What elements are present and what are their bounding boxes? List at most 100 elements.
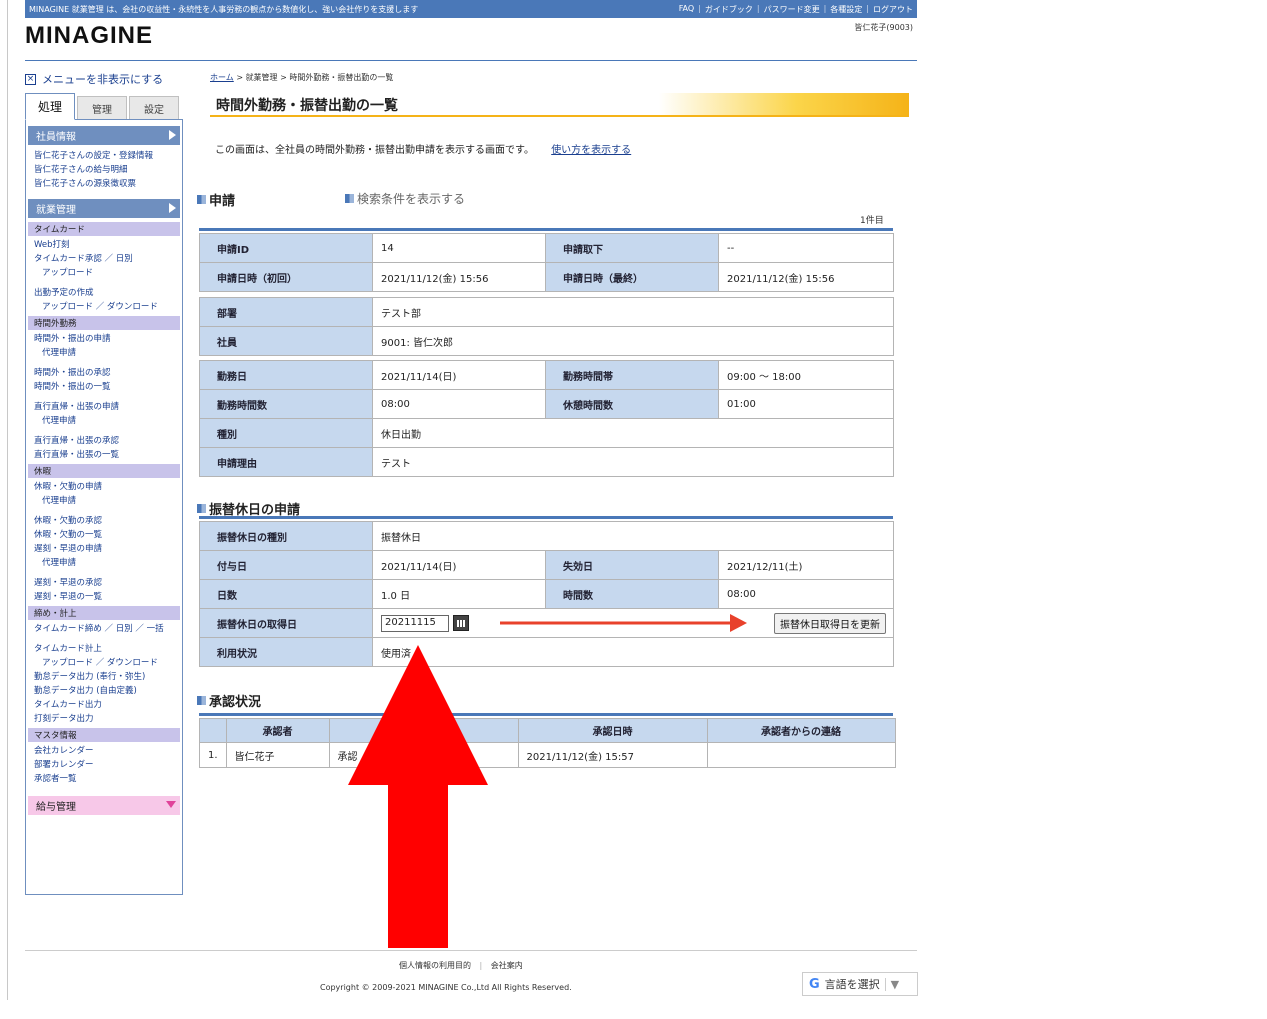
section-employee-info[interactable]: 社員情報 xyxy=(28,126,180,145)
sidebar-link[interactable]: 皆仁花子さんの源泉徴収票 xyxy=(28,177,180,191)
section-payroll[interactable]: 給与管理 xyxy=(28,796,180,815)
sidebar-link[interactable]: アップロード xyxy=(28,266,180,280)
section-apply-label: 申請 xyxy=(209,194,236,209)
table-row: 勤務日 2021/11/14(日) 勤務時間帯 09:00 ～ 18:00 xyxy=(199,360,894,390)
sidebar-link[interactable]: 承認者一覧 xyxy=(28,772,180,786)
value-reason: テスト xyxy=(372,447,894,477)
sidebar-link[interactable]: 勤怠データ出力 (自由定義) xyxy=(28,684,180,698)
sidebar-link[interactable]: 遅刻・早退の承認 xyxy=(28,576,180,590)
label-date-last: 申請日時（最終） xyxy=(545,262,719,292)
apply-table-3: 勤務日 2021/11/14(日) 勤務時間帯 09:00 ～ 18:00 勤務時間数… xyxy=(199,360,894,477)
sidebar-link[interactable]: 代理申請 xyxy=(28,494,180,508)
breadcrumb-sep: > xyxy=(280,73,287,82)
label-expiry-date: 失効日 xyxy=(545,550,719,580)
sidebar-link[interactable]: 出勤予定の作成 xyxy=(28,286,180,300)
sidebar-link[interactable]: アップロード ／ ダウンロード xyxy=(28,656,180,670)
logo[interactable]: MINAGINE xyxy=(25,22,153,50)
value-type: 休日出勤 xyxy=(372,418,894,448)
nav-logout[interactable]: ログアウト xyxy=(873,4,913,15)
calendar-icon[interactable] xyxy=(453,615,469,631)
sidebar-link[interactable]: タイムカード締め ／ 日別 ／ 一括 xyxy=(28,622,180,636)
sidebar-link[interactable]: 休暇・欠勤の承認 xyxy=(28,514,180,528)
copyright: Copyright © 2009-2021 MINAGINE Co.,Ltd A… xyxy=(320,983,572,992)
table-row: 申請ID 14 申請取下 -- xyxy=(199,233,894,263)
privacy-link[interactable]: 個人情報の利用目的 xyxy=(399,961,471,970)
sidebar-link[interactable]: タイムカード出力 xyxy=(28,698,180,712)
value-rest-hours: 01:00 xyxy=(718,389,894,419)
sidebar-link[interactable]: Web打刻 xyxy=(28,238,180,252)
sidebar-link[interactable]: 直行直帰・出張の承認 xyxy=(28,434,180,448)
breadcrumb-sep: > xyxy=(236,73,244,82)
take-date-cell: 20211115 振替休日取得日を更新 xyxy=(372,608,894,638)
tab-process[interactable]: 処理 xyxy=(25,93,75,120)
value-days: 1.0 日 xyxy=(372,579,546,609)
tab-manage[interactable]: 管理 xyxy=(77,96,127,119)
translate-label: 言語を選択 xyxy=(824,978,880,991)
sidebar-link[interactable]: 時間外・振出の一覧 xyxy=(28,380,180,394)
sidebar-link[interactable]: 遅刻・早退の一覧 xyxy=(28,590,180,604)
header-no xyxy=(199,718,227,743)
sidebar-link[interactable]: 時間外・振出の承認 xyxy=(28,366,180,380)
sidebar-link[interactable]: 皆仁花子さんの給与明細 xyxy=(28,163,180,177)
value-expiry-date: 2021/12/11(土) xyxy=(718,550,894,580)
sidebar-link[interactable]: 部署カレンダー xyxy=(28,758,180,772)
translate-selector[interactable]: G 言語を選択 ▼ xyxy=(802,972,918,996)
label-hours: 時間数 xyxy=(545,579,719,609)
hide-menu-label: メニューを非表示にする xyxy=(42,73,164,86)
table-row: 部署 テスト部 xyxy=(199,297,894,327)
sidebar-link[interactable]: 代理申請 xyxy=(28,414,180,428)
show-conditions-label: 検索条件を表示する xyxy=(357,192,466,206)
sidebar-link[interactable]: タイムカード承認 ／ 日別 xyxy=(28,252,180,266)
sidebar-link[interactable]: アップロード ／ ダウンロード xyxy=(28,300,180,314)
sidebar-link[interactable]: 代理申請 xyxy=(28,346,180,360)
howto-link[interactable]: 使い方を表示する xyxy=(551,145,631,156)
footer-links: 個人情報の利用目的 | 会社案内 xyxy=(399,960,523,971)
user-name: 皆仁花子(9003) xyxy=(854,23,913,32)
label-sub-kind: 振替休日の種別 xyxy=(199,521,373,551)
value-work-hours: 08:00 xyxy=(372,389,546,419)
nav-guidebook[interactable]: ガイドブック xyxy=(705,4,753,15)
left-border xyxy=(7,0,8,1000)
take-date-input[interactable]: 20211115 xyxy=(381,614,449,632)
section-attendance[interactable]: 就業管理 xyxy=(28,199,180,218)
sidebar-link[interactable]: 直行直帰・出張の一覧 xyxy=(28,448,180,462)
show-conditions-link[interactable]: 検索条件を表示する xyxy=(345,190,465,207)
update-take-date-button[interactable]: 振替休日取得日を更新 xyxy=(774,613,886,634)
sidebar-link[interactable]: タイムカード計上 xyxy=(28,642,180,656)
dropdown-caret-icon: ▼ xyxy=(884,977,899,991)
table-row: 申請理由 テスト xyxy=(199,447,894,477)
sidebar-link[interactable]: 代理申請 xyxy=(28,556,180,570)
value-employee: 9001: 皆仁次郎 xyxy=(372,326,894,356)
company-link[interactable]: 会社案内 xyxy=(491,961,523,970)
sub-closing: 締め・計上 xyxy=(28,606,180,620)
description-text: この画面は、全社員の時間外勤務・振替出勤申請を表示する画面です。 xyxy=(215,145,534,156)
sidebar-link[interactable]: 遅刻・早退の申請 xyxy=(28,542,180,556)
sidebar-link[interactable]: 打刻データ出力 xyxy=(28,712,180,726)
nav-faq[interactable]: FAQ xyxy=(679,4,695,15)
section-approval-label: 承認状況 xyxy=(209,695,262,710)
label-work-date: 勤務日 xyxy=(199,360,373,390)
value-grant-date: 2021/11/14(日) xyxy=(372,550,546,580)
title-bar: 時間外勤務・振替出勤の一覧 xyxy=(210,93,909,117)
page-description: この画面は、全社員の時間外勤務・振替出勤申請を表示する画面です。 使い方を表示す… xyxy=(215,141,631,156)
sidebar-link[interactable]: 勤怠データ出力 (奉行・弥生) xyxy=(28,670,180,684)
nav-password[interactable]: パスワード変更 xyxy=(764,4,820,15)
sidebar-link[interactable]: 直行直帰・出張の申請 xyxy=(28,400,180,414)
square-icon xyxy=(197,696,206,705)
header-message: 承認者からの連絡 xyxy=(706,718,896,743)
sidebar-link[interactable]: 休暇・欠勤の申請 xyxy=(28,480,180,494)
sidebar-link[interactable]: 皆仁花子さんの設定・登録情報 xyxy=(28,149,180,163)
sidebar-tabs: 処理 管理 設定 xyxy=(25,93,183,120)
sidebar-link[interactable]: 休暇・欠勤の一覧 xyxy=(28,528,180,542)
hide-menu-link[interactable]: × メニューを非表示にする xyxy=(25,71,163,87)
sidebar-link[interactable]: 時間外・振出の申請 xyxy=(28,332,180,346)
sidebar-link[interactable]: 会社カレンダー xyxy=(28,744,180,758)
tab-settings[interactable]: 設定 xyxy=(129,96,179,119)
table-row: 利用状況 使用済 xyxy=(199,637,894,667)
nav-settings[interactable]: 各種設定 xyxy=(830,4,862,15)
breadcrumb-home[interactable]: ホーム xyxy=(210,73,234,82)
sub-master: マスタ情報 xyxy=(28,728,180,742)
value-cancel: -- xyxy=(718,233,894,263)
footer-divider xyxy=(25,950,917,951)
value-hours: 08:00 xyxy=(718,579,894,609)
